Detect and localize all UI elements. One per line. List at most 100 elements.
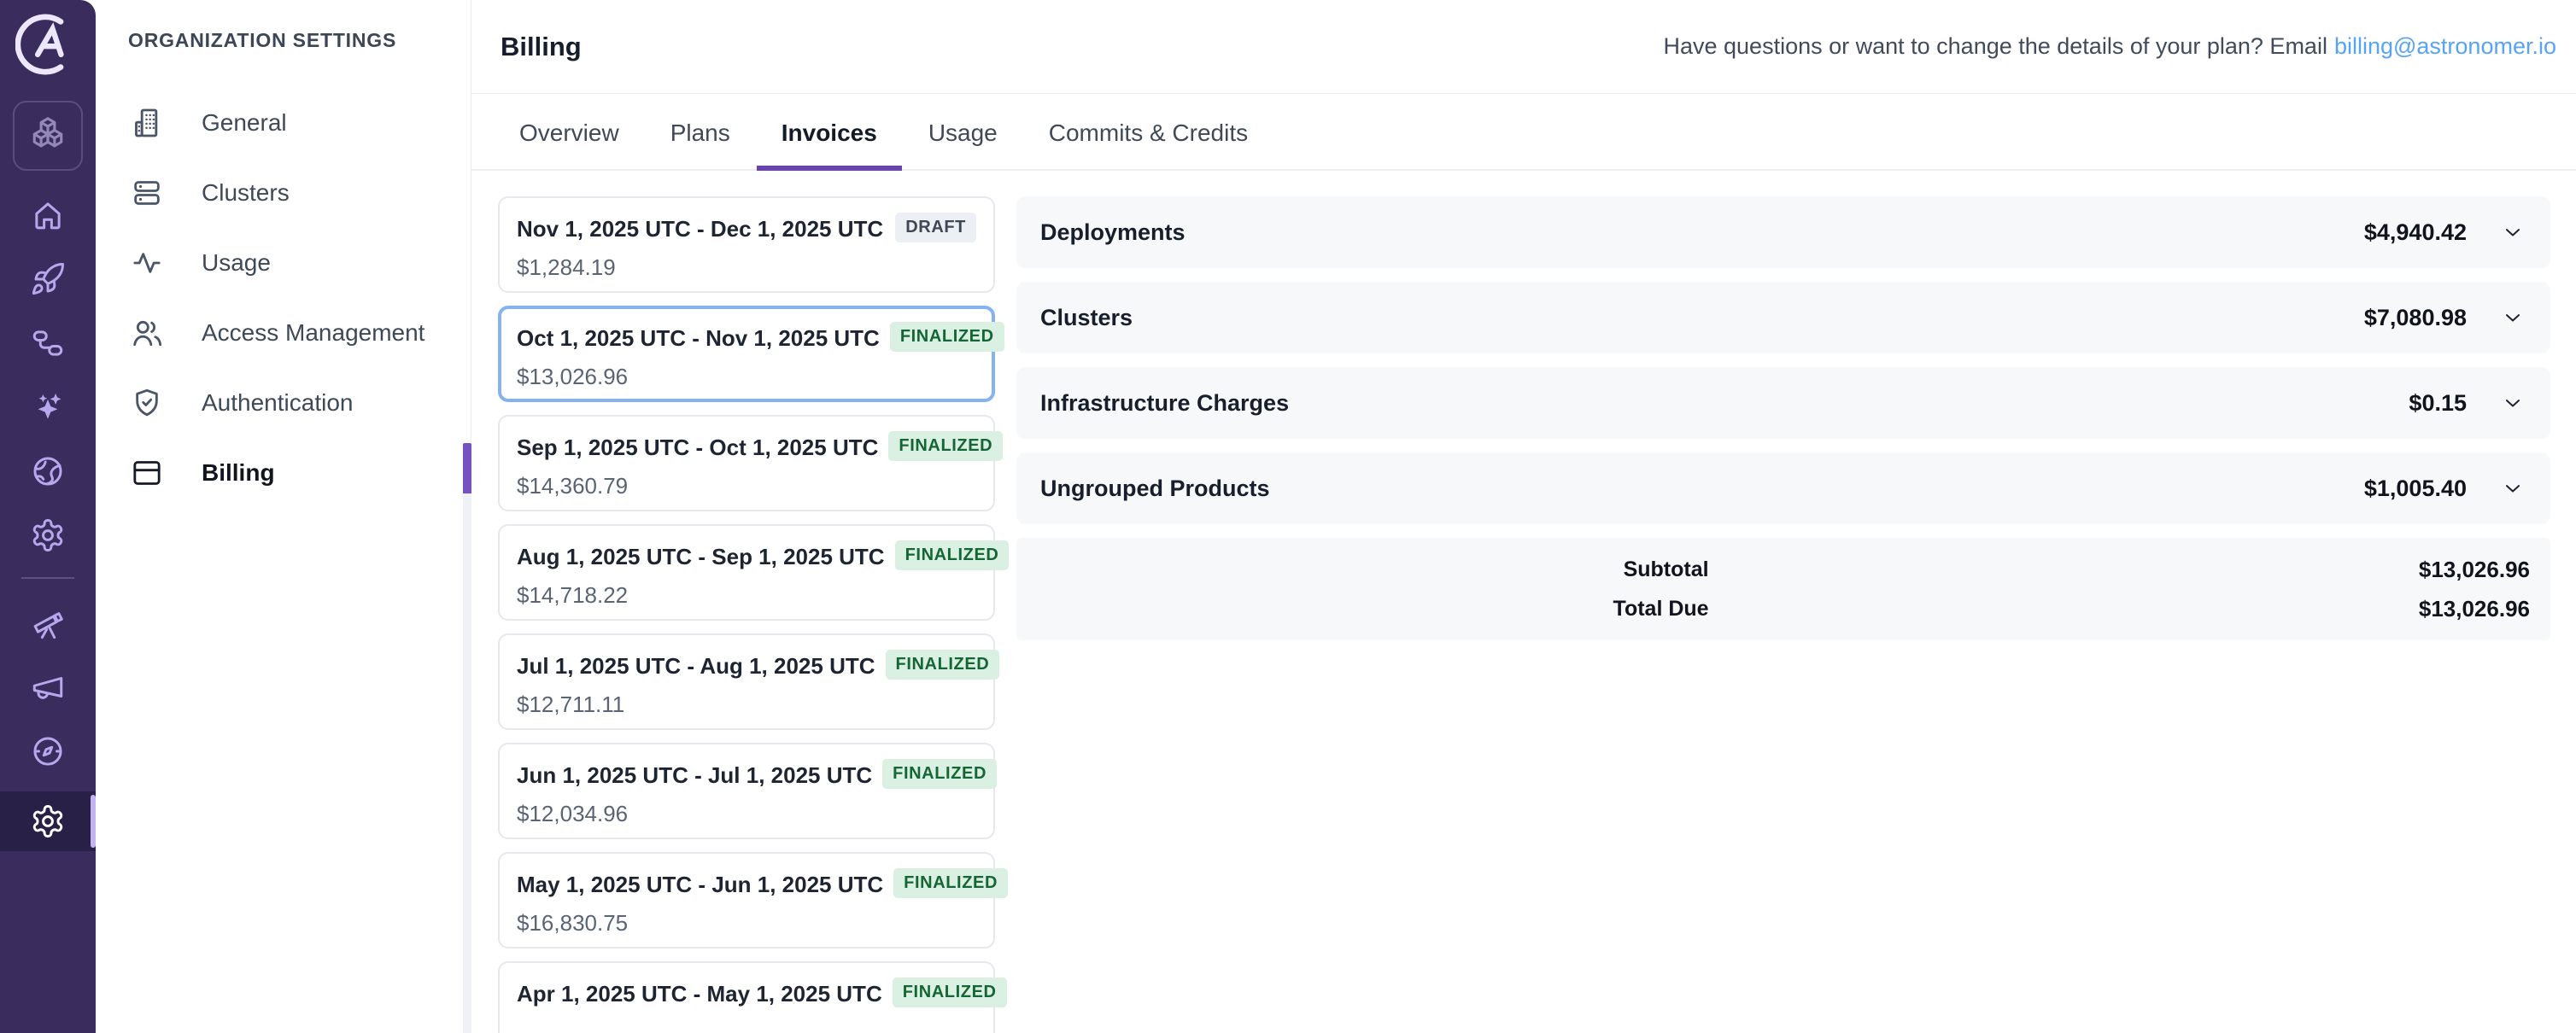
charge-group-label: Infrastructure Charges [1040,390,2409,417]
ai-assistant-nav-button[interactable] [28,388,67,427]
invoice-amount: $1,284.19 [517,254,976,281]
invoice-period: Nov 1, 2025 UTC - Dec 1, 2025 UTC [517,213,883,242]
chevron-down-icon[interactable] [2501,306,2525,330]
subtotal-amount: $13,026.96 [1709,557,2530,583]
server-stack-icon [130,176,164,210]
invoice-detail-panel: Deployments $4,940.42 Clusters $7,080.98… [1016,196,2550,1033]
invoice-card[interactable]: May 1, 2025 UTC - Jun 1, 2025 UTC FINALI… [498,852,995,948]
billing-email-link[interactable]: billing@astronomer.io [2334,33,2556,59]
charge-group-amount: $7,080.98 [2364,305,2467,331]
invoice-status-badge: FINALIZED [895,540,1010,570]
tab-commits-credits[interactable]: Commits & Credits [1049,120,1248,169]
sidebar-item-general[interactable]: General [96,88,471,158]
invoice-card[interactable]: Apr 1, 2025 UTC - May 1, 2025 UTC FINALI… [498,961,995,1033]
settings-sidebar: ORGANIZATION SETTINGS General Clusters [96,0,471,1033]
invoice-status-badge: FINALIZED [888,431,1003,461]
invoice-status-badge: FINALIZED [886,650,1000,680]
summary-total-due-row: Total Due $13,026.96 [1037,589,2530,628]
workflow-icon [30,325,66,361]
rail-divider [21,577,74,579]
users-icon [130,316,164,350]
charge-group-infrastructure[interactable]: Infrastructure Charges $0.15 [1016,367,2550,439]
globe-icon [30,453,66,489]
invoice-status-badge: FINALIZED [890,322,1004,352]
settings-nav-button-active[interactable] [0,791,96,851]
workspace-switcher-button[interactable] [13,101,83,171]
shield-check-icon [130,386,164,420]
charge-group-clusters[interactable]: Clusters $7,080.98 [1016,282,2550,353]
charge-group-deployments[interactable]: Deployments $4,940.42 [1016,196,2550,268]
invoice-amount: $14,360.79 [517,473,976,499]
sidebar-item-label: Billing [202,459,275,487]
invoice-period: Jun 1, 2025 UTC - Jul 1, 2025 UTC [517,759,872,789]
charge-group-label: Ungrouped Products [1040,476,2364,502]
invoice-card-selected[interactable]: Oct 1, 2025 UTC - Nov 1, 2025 UTC FINALI… [498,306,995,402]
main-content: Billing Have questions or want to change… [471,0,2576,1033]
subtotal-label: Subtotal [1037,557,1709,582]
sidebar-item-label: Clusters [202,179,290,207]
invoice-card[interactable]: Sep 1, 2025 UTC - Oct 1, 2025 UTC FINALI… [498,415,995,511]
invoice-period: Sep 1, 2025 UTC - Oct 1, 2025 UTC [517,431,878,461]
gear-active-icon [30,803,66,839]
megaphone-icon [30,669,66,705]
charge-group-amount: $1,005.40 [2364,476,2467,502]
tab-overview[interactable]: Overview [519,120,619,169]
sparkles-icon [30,389,66,425]
sidebar-item-usage[interactable]: Usage [96,228,471,298]
sidebar-item-authentication[interactable]: Authentication [96,368,471,438]
astronomer-logo[interactable] [15,12,80,77]
tab-invoices[interactable]: Invoices [782,120,877,169]
charge-group-label: Deployments [1040,219,2364,246]
invoice-amount: $13,026.96 [517,364,976,390]
tab-usage[interactable]: Usage [928,120,998,169]
observability-nav-button[interactable] [28,604,67,643]
page-header: Billing Have questions or want to change… [471,0,2576,94]
sidebar-item-clusters[interactable]: Clusters [96,158,471,228]
deployments-nav-button[interactable] [28,260,67,299]
cubes-icon [29,117,67,155]
charge-group-amount: $0.15 [2409,390,2467,417]
invoice-amount: $12,034.96 [517,801,976,827]
invoice-card[interactable]: Aug 1, 2025 UTC - Sep 1, 2025 UTC FINALI… [498,524,995,621]
invoice-card[interactable]: Jun 1, 2025 UTC - Jul 1, 2025 UTC FINALI… [498,743,995,839]
invoice-status-badge: FINALIZED [882,759,997,789]
sidebar-item-label: Access Management [202,319,424,347]
chevron-down-icon[interactable] [2501,220,2525,244]
billing-help-text: Have questions or want to change the det… [1663,33,2556,60]
dags-nav-button[interactable] [28,324,67,363]
invoice-card[interactable]: Nov 1, 2025 UTC - Dec 1, 2025 UTC DRAFT … [498,196,995,293]
home-nav-button[interactable] [28,196,67,235]
help-nav-button[interactable] [28,732,67,771]
sidebar-item-billing[interactable]: Billing [96,438,471,508]
astro-hub-nav-button[interactable] [28,452,67,491]
activity-pulse-icon [130,246,164,280]
total-due-label: Total Due [1037,597,1709,622]
chevron-down-icon[interactable] [2501,476,2525,500]
chevron-down-icon[interactable] [2501,391,2525,415]
announcements-nav-button[interactable] [28,668,67,707]
invoice-amount: $12,711.11 [517,692,976,718]
compass-icon [30,733,66,769]
help-text-body: Have questions or want to change the det… [1663,33,2327,59]
sidebar-header: ORGANIZATION SETTINGS [96,29,471,52]
invoice-card[interactable]: Jul 1, 2025 UTC - Aug 1, 2025 UTC FINALI… [498,633,995,730]
sidebar-scroll-track [463,493,471,1033]
app-icon-rail [0,0,96,1033]
tab-plans[interactable]: Plans [670,120,730,169]
sidebar-item-label: Authentication [202,389,353,417]
invoice-status-badge: FINALIZED [893,978,1007,1007]
charge-group-ungrouped[interactable]: Ungrouped Products $1,005.40 [1016,452,2550,524]
invoice-status-badge: DRAFT [895,213,976,242]
sidebar-item-access-management[interactable]: Access Management [96,298,471,368]
environment-nav-button[interactable] [28,516,67,555]
invoice-amount: $14,718.22 [517,582,976,609]
invoice-amount: $16,830.75 [517,910,976,937]
billing-tabs: Overview Plans Invoices Usage Commits & … [471,94,2576,171]
sidebar-item-label: Usage [202,249,271,277]
invoice-period: May 1, 2025 UTC - Jun 1, 2025 UTC [517,868,883,898]
gear-icon [30,517,66,553]
telescope-icon [30,605,66,641]
invoice-period: Jul 1, 2025 UTC - Aug 1, 2025 UTC [517,650,875,680]
invoice-period: Oct 1, 2025 UTC - Nov 1, 2025 UTC [517,322,880,352]
rocket-icon [30,261,66,297]
